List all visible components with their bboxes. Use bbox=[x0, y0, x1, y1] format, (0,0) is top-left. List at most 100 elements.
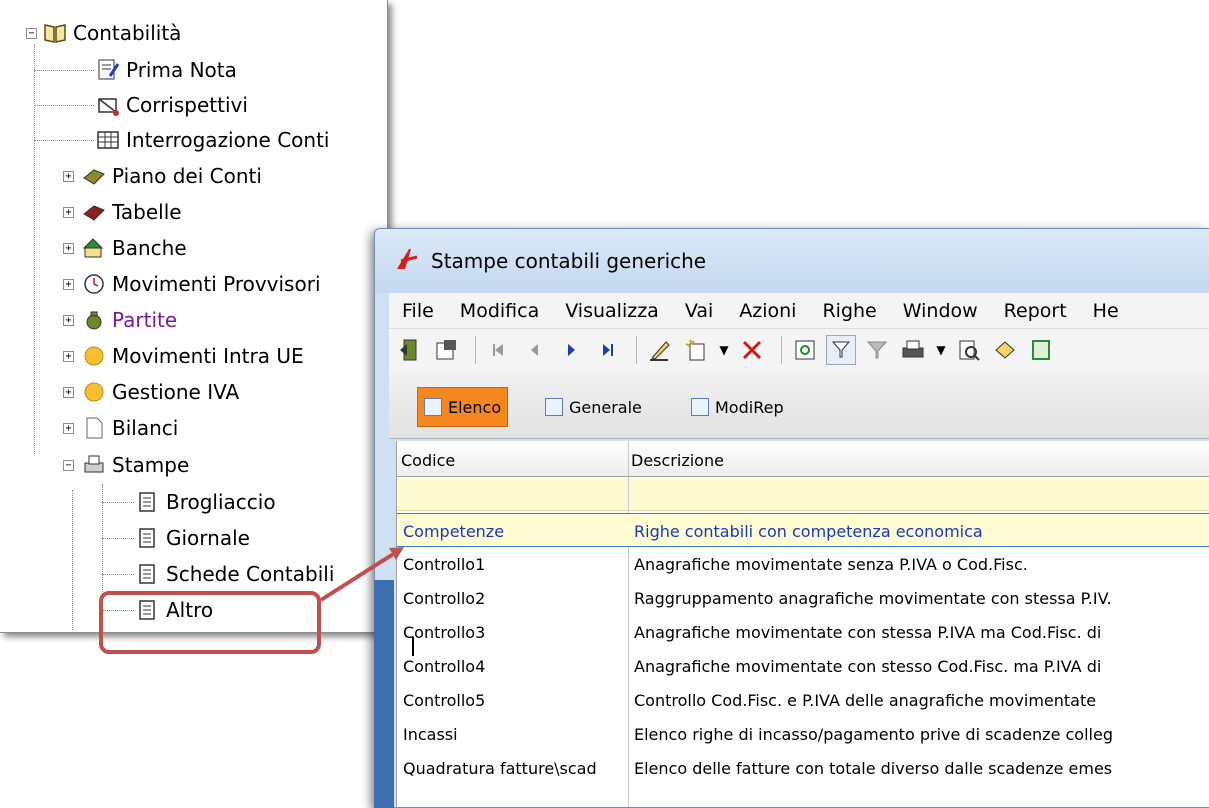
tree-item-label: Piano dei Conti bbox=[112, 164, 262, 188]
column-header-codice[interactable]: Codice bbox=[401, 451, 455, 470]
toolbar: ▼ ▼ bbox=[389, 329, 1209, 371]
menu-vai[interactable]: Vai bbox=[672, 300, 726, 322]
report-window: Stampe contabili generiche File Modifica… bbox=[374, 228, 1209, 808]
delete-icon[interactable] bbox=[737, 335, 767, 365]
expand-icon[interactable]: + bbox=[63, 278, 74, 290]
collapse-icon[interactable]: − bbox=[63, 459, 74, 471]
cell-descrizione: Anagrafiche movimentate con stessa P.IVA… bbox=[634, 623, 1102, 642]
cell-codice: Controllo3 bbox=[403, 623, 486, 642]
tree-item-gestione-iva[interactable]: + Gestione IVA bbox=[63, 377, 239, 407]
bank-icon bbox=[82, 236, 106, 260]
table-icon bbox=[96, 128, 120, 152]
dropdown-arrow-icon[interactable]: ▼ bbox=[717, 335, 731, 365]
cell-descrizione: Anagrafiche movimentate senza P.IVA o Co… bbox=[634, 555, 1028, 574]
dropdown-arrow-icon[interactable]: ▼ bbox=[934, 335, 948, 365]
table-row[interactable]: Controllo4 Anagrafiche movimentate con s… bbox=[397, 649, 1209, 683]
filter-icon[interactable] bbox=[826, 335, 856, 365]
tree-item-label: Bilanci bbox=[112, 416, 179, 440]
menu-azioni[interactable]: Azioni bbox=[726, 300, 809, 322]
tab-label: Elenco bbox=[448, 397, 502, 417]
expand-icon[interactable]: + bbox=[63, 206, 74, 218]
cell-codice: Incassi bbox=[403, 725, 458, 744]
window-title: Stampe contabili generiche bbox=[431, 249, 707, 273]
first-record-icon[interactable] bbox=[484, 335, 514, 365]
money-bag-icon bbox=[82, 308, 106, 332]
properties-icon[interactable] bbox=[431, 335, 461, 365]
tree-item-contabilita[interactable]: − Contabilità bbox=[26, 18, 181, 48]
table-row[interactable]: Incassi Elenco righe di incasso/pagament… bbox=[397, 717, 1209, 751]
next-record-icon[interactable] bbox=[556, 335, 586, 365]
tree-item-banche[interactable]: + Banche bbox=[63, 233, 187, 263]
tab-label: Generale bbox=[569, 397, 642, 417]
tree-item-label: Movimenti Provvisori bbox=[112, 272, 321, 296]
tree-item-movimenti-intra-ue[interactable]: + Movimenti Intra UE bbox=[63, 341, 304, 371]
tree-item-schede-contabili[interactable]: Schede Contabili bbox=[136, 559, 334, 589]
tree-item-bilanci[interactable]: + Bilanci bbox=[63, 413, 178, 443]
menu-help[interactable]: He bbox=[1080, 300, 1132, 322]
table-row[interactable]: Controllo5 Controllo Cod.Fisc. e P.IVA d… bbox=[397, 683, 1209, 717]
menu-visualizza[interactable]: Visualizza bbox=[552, 300, 672, 322]
cell-codice: Competenze bbox=[403, 522, 505, 541]
tab-elenco[interactable]: Elenco bbox=[417, 387, 509, 427]
tab-modirep[interactable]: ModiRep bbox=[685, 387, 790, 427]
column-header-descrizione[interactable]: Descrizione bbox=[631, 451, 724, 470]
tree-item-corrispettivi[interactable]: Corrispettivi bbox=[96, 90, 248, 120]
cell-codice: Controllo4 bbox=[403, 657, 486, 676]
tab-generale[interactable]: Generale bbox=[539, 387, 648, 427]
print-preview-icon[interactable] bbox=[954, 335, 984, 365]
expand-icon[interactable]: + bbox=[63, 350, 74, 362]
exit-door-icon[interactable] bbox=[395, 335, 425, 365]
tree-item-partite[interactable]: + Partite bbox=[63, 305, 177, 335]
new-record-icon[interactable] bbox=[681, 335, 711, 365]
expand-icon[interactable]: + bbox=[63, 386, 74, 398]
tree-item-label: Interrogazione Conti bbox=[126, 128, 330, 152]
menu-file[interactable]: File bbox=[389, 300, 447, 322]
table-row[interactable]: Controllo1 Anagrafiche movimentate senza… bbox=[397, 547, 1209, 581]
menu-report[interactable]: Report bbox=[991, 300, 1080, 322]
report-printer-icon bbox=[136, 526, 160, 550]
tree-item-movimenti-provvisori[interactable]: + Movimenti Provvisori bbox=[63, 269, 321, 299]
last-record-icon[interactable] bbox=[592, 335, 622, 365]
tree-item-label: Movimenti Intra UE bbox=[112, 344, 304, 368]
window-titlebar[interactable]: Stampe contabili generiche bbox=[375, 229, 1209, 293]
menu-window[interactable]: Window bbox=[890, 300, 991, 322]
tree-item-label: Brogliaccio bbox=[166, 490, 276, 514]
clock-icon bbox=[82, 272, 106, 296]
clear-filter-icon[interactable] bbox=[862, 335, 892, 365]
filter-row[interactable] bbox=[397, 478, 1209, 511]
expand-icon[interactable]: + bbox=[63, 170, 74, 182]
coin-icon bbox=[82, 380, 106, 404]
export-icon[interactable] bbox=[1026, 335, 1056, 365]
tree-item-tabelle[interactable]: + Tabelle bbox=[63, 197, 182, 227]
expand-icon[interactable]: + bbox=[63, 314, 74, 326]
list-icon bbox=[424, 398, 442, 416]
tree-item-giornale[interactable]: Giornale bbox=[136, 523, 250, 553]
tree-item-label: Tabelle bbox=[112, 200, 182, 224]
tree-item-label: Prima Nota bbox=[126, 58, 237, 82]
report-grid: Codice Descrizione Competenze Righe cont… bbox=[396, 441, 1209, 807]
cell-descrizione: Elenco delle fatture con totale diverso … bbox=[634, 759, 1113, 778]
menu-modifica[interactable]: Modifica bbox=[447, 300, 552, 322]
table-row[interactable]: Quadratura fatture\scad Elenco delle fat… bbox=[397, 751, 1209, 785]
previous-record-icon[interactable] bbox=[520, 335, 550, 365]
collapse-icon[interactable]: − bbox=[26, 27, 37, 39]
table-row[interactable]: Controllo2 Raggruppamento anagrafiche mo… bbox=[397, 581, 1209, 615]
tree-item-prima-nota[interactable]: Prima Nota bbox=[96, 55, 237, 85]
expand-icon[interactable]: + bbox=[63, 242, 74, 254]
tree-item-stampe[interactable]: − Stampe bbox=[63, 450, 189, 480]
tree-item-label: Corrispettivi bbox=[126, 93, 248, 117]
archive-icon[interactable] bbox=[990, 335, 1020, 365]
print-icon[interactable] bbox=[898, 335, 928, 365]
form-icon bbox=[691, 398, 709, 416]
tree-item-label: Schede Contabili bbox=[166, 562, 335, 586]
tree-item-piano-dei-conti[interactable]: + Piano dei Conti bbox=[63, 161, 262, 191]
edit-pencil-icon[interactable] bbox=[645, 335, 675, 365]
table-row[interactable]: Controllo3 Anagrafiche movimentate con s… bbox=[397, 615, 1209, 649]
menu-righe[interactable]: Righe bbox=[809, 300, 889, 322]
report-printer-icon bbox=[136, 490, 160, 514]
table-row[interactable]: Competenze Righe contabili con competenz… bbox=[397, 513, 1209, 547]
refresh-icon[interactable] bbox=[790, 335, 820, 365]
tree-item-brogliaccio[interactable]: Brogliaccio bbox=[136, 487, 276, 517]
tree-item-interrogazione-conti[interactable]: Interrogazione Conti bbox=[96, 125, 329, 155]
expand-icon[interactable]: + bbox=[63, 422, 74, 434]
